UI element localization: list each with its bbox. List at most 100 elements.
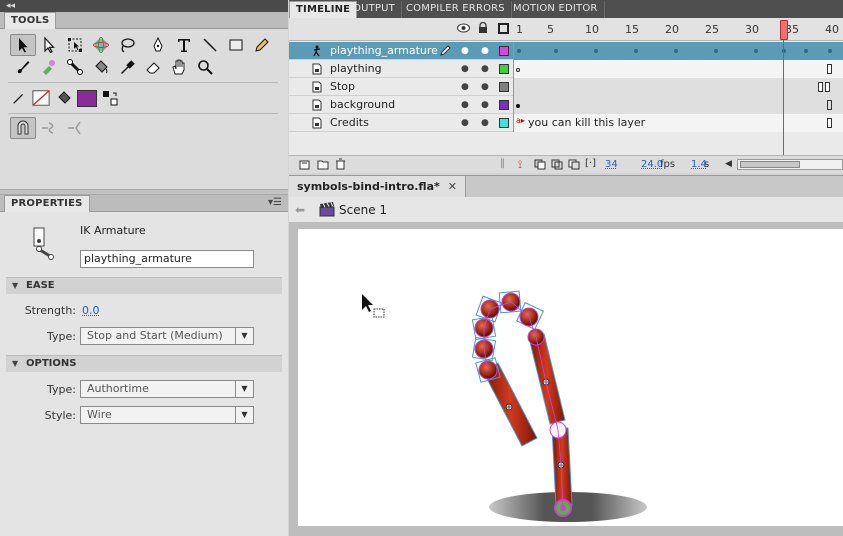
- keyframe[interactable]: [554, 49, 558, 53]
- new-layer-icon[interactable]: [299, 159, 310, 173]
- layer-color-swatch[interactable]: [499, 46, 509, 56]
- eyedropper-tool-icon[interactable]: [114, 56, 140, 78]
- pen-tool-icon[interactable]: [145, 34, 171, 56]
- hand-tool-icon[interactable]: [166, 56, 192, 78]
- keyframe[interactable]: [517, 49, 521, 53]
- layer-color-swatch[interactable]: [499, 100, 509, 110]
- keyframe[interactable]: [754, 49, 758, 53]
- end-frame[interactable]: [827, 118, 832, 128]
- new-folder-icon[interactable]: [317, 159, 329, 173]
- stroke-color-swatch[interactable]: [28, 87, 54, 109]
- layer-color-swatch[interactable]: [499, 118, 509, 128]
- lock-dot[interactable]: ●: [481, 46, 489, 56]
- keyframe[interactable]: [828, 49, 832, 53]
- deco-tool-icon[interactable]: [36, 56, 62, 78]
- onion-skin-outlines-icon[interactable]: [551, 159, 563, 173]
- frame-ruler[interactable]: 1 5 10 15 20 25 30 35 40: [513, 18, 843, 41]
- layer-row-plaything[interactable]: plaything ● ●: [289, 60, 843, 78]
- text-tool-icon[interactable]: [171, 34, 197, 56]
- panel-menu-icon[interactable]: ▾☰: [268, 198, 282, 208]
- style-dropdown[interactable]: Wire ▼: [80, 406, 254, 424]
- layer-frames[interactable]: [513, 78, 843, 96]
- end-frame[interactable]: [818, 82, 823, 92]
- strength-value[interactable]: 0.0: [82, 304, 100, 317]
- layer-frames[interactable]: [513, 96, 843, 114]
- smooth-icon[interactable]: [36, 117, 62, 139]
- layer-frames[interactable]: [513, 42, 843, 60]
- layer-frames[interactable]: [513, 60, 843, 78]
- visibility-dot[interactable]: ●: [461, 100, 469, 110]
- ease-section-header[interactable]: ▼ EASE: [6, 277, 282, 294]
- layer-color-swatch[interactable]: [499, 82, 509, 92]
- keyframe[interactable]: [594, 49, 598, 53]
- lock-dot[interactable]: ●: [481, 118, 489, 128]
- lock-icon[interactable]: [478, 21, 488, 37]
- layer-row-background[interactable]: background ● ●: [289, 96, 843, 114]
- close-icon[interactable]: ✕: [448, 180, 457, 193]
- stage[interactable]: [298, 229, 843, 526]
- zoom-tool-icon[interactable]: [192, 56, 218, 78]
- rectangle-tool-icon[interactable]: [223, 34, 249, 56]
- selection-tool-icon[interactable]: [10, 34, 36, 56]
- document-tab[interactable]: symbols-bind-intro.fla* ✕: [289, 176, 466, 198]
- fill-color-swatch[interactable]: [74, 87, 100, 109]
- modify-onion-markers-icon[interactable]: [·]: [585, 158, 596, 169]
- tab-motion-editor[interactable]: MOTION EDITOR: [507, 1, 605, 18]
- options-type-dropdown[interactable]: Authortime ▼: [80, 380, 254, 398]
- visibility-dot[interactable]: ●: [461, 46, 469, 56]
- tab-output[interactable]: OUTPUT: [347, 1, 402, 18]
- end-frame[interactable]: [827, 64, 832, 74]
- fill-color-icon[interactable]: [54, 87, 74, 109]
- lock-dot[interactable]: ●: [481, 82, 489, 92]
- pencil-tool-icon[interactable]: [249, 34, 275, 56]
- current-frame-value[interactable]: 34: [605, 159, 618, 170]
- bone-segment[interactable]: [528, 333, 566, 425]
- layer-row-stop[interactable]: Stop ● ●: [289, 78, 843, 96]
- eraser-tool-icon[interactable]: [140, 56, 166, 78]
- keyframe[interactable]: [516, 104, 520, 108]
- onion-skin-icon[interactable]: [534, 159, 546, 173]
- instance-name-field[interactable]: plaything_armature: [80, 250, 254, 268]
- tab-compiler-errors[interactable]: COMPILER ERRORS: [400, 1, 512, 18]
- properties-panel-title[interactable]: PROPERTIES: [4, 195, 90, 212]
- options-section-header[interactable]: ▼ OPTIONS: [6, 355, 282, 372]
- brush-tool-icon[interactable]: [10, 56, 36, 78]
- visibility-dot[interactable]: ●: [461, 118, 469, 128]
- stroke-color-icon[interactable]: [10, 87, 28, 109]
- eye-icon[interactable]: [457, 23, 470, 36]
- panel-collapse-strip[interactable]: ◂◂: [0, 0, 288, 12]
- keyframe[interactable]: [674, 49, 678, 53]
- layer-row-credits[interactable]: Credits ● ● a▸ you can kill this layer: [289, 114, 843, 132]
- scroll-grip-icon[interactable]: ‖: [500, 158, 505, 169]
- line-tool-icon[interactable]: [197, 34, 223, 56]
- outline-icon[interactable]: [498, 23, 509, 34]
- keyframe[interactable]: [714, 49, 718, 53]
- visibility-dot[interactable]: ●: [461, 64, 469, 74]
- keyframe[interactable]: [804, 49, 808, 53]
- bone-tool-icon[interactable]: [62, 56, 88, 78]
- scrollbar-thumb[interactable]: [740, 161, 800, 168]
- collapse-arrows-icon[interactable]: ◂◂: [6, 0, 15, 12]
- back-arrow-icon[interactable]: ⬅: [295, 203, 305, 217]
- subselection-tool-icon[interactable]: [36, 34, 62, 56]
- horizontal-scrollbar[interactable]: [737, 159, 843, 170]
- end-frame[interactable]: [827, 100, 832, 110]
- snap-to-objects-icon[interactable]: [10, 117, 36, 139]
- lock-dot[interactable]: ●: [481, 64, 489, 74]
- keyframe[interactable]: [825, 82, 830, 92]
- keyframe[interactable]: [634, 49, 638, 53]
- playhead[interactable]: [780, 20, 788, 40]
- swap-colors-icon[interactable]: [100, 87, 120, 109]
- paint-bucket-tool-icon[interactable]: [88, 56, 114, 78]
- layer-frames[interactable]: a▸ you can kill this layer: [513, 114, 843, 132]
- straighten-icon[interactable]: [62, 117, 88, 139]
- layer-color-swatch[interactable]: [499, 64, 509, 74]
- scene-name[interactable]: Scene 1: [339, 203, 387, 217]
- ease-type-dropdown[interactable]: Stop and Start (Medium) ▼: [80, 327, 254, 345]
- keyframe[interactable]: [516, 68, 520, 72]
- 3d-rotation-tool-icon[interactable]: [88, 34, 114, 56]
- visibility-dot[interactable]: ●: [461, 82, 469, 92]
- lock-dot[interactable]: ●: [481, 100, 489, 110]
- layer-row-plaything-armature[interactable]: plaything_armature ● ●: [289, 42, 843, 60]
- tools-panel-title[interactable]: TOOLS: [4, 12, 57, 29]
